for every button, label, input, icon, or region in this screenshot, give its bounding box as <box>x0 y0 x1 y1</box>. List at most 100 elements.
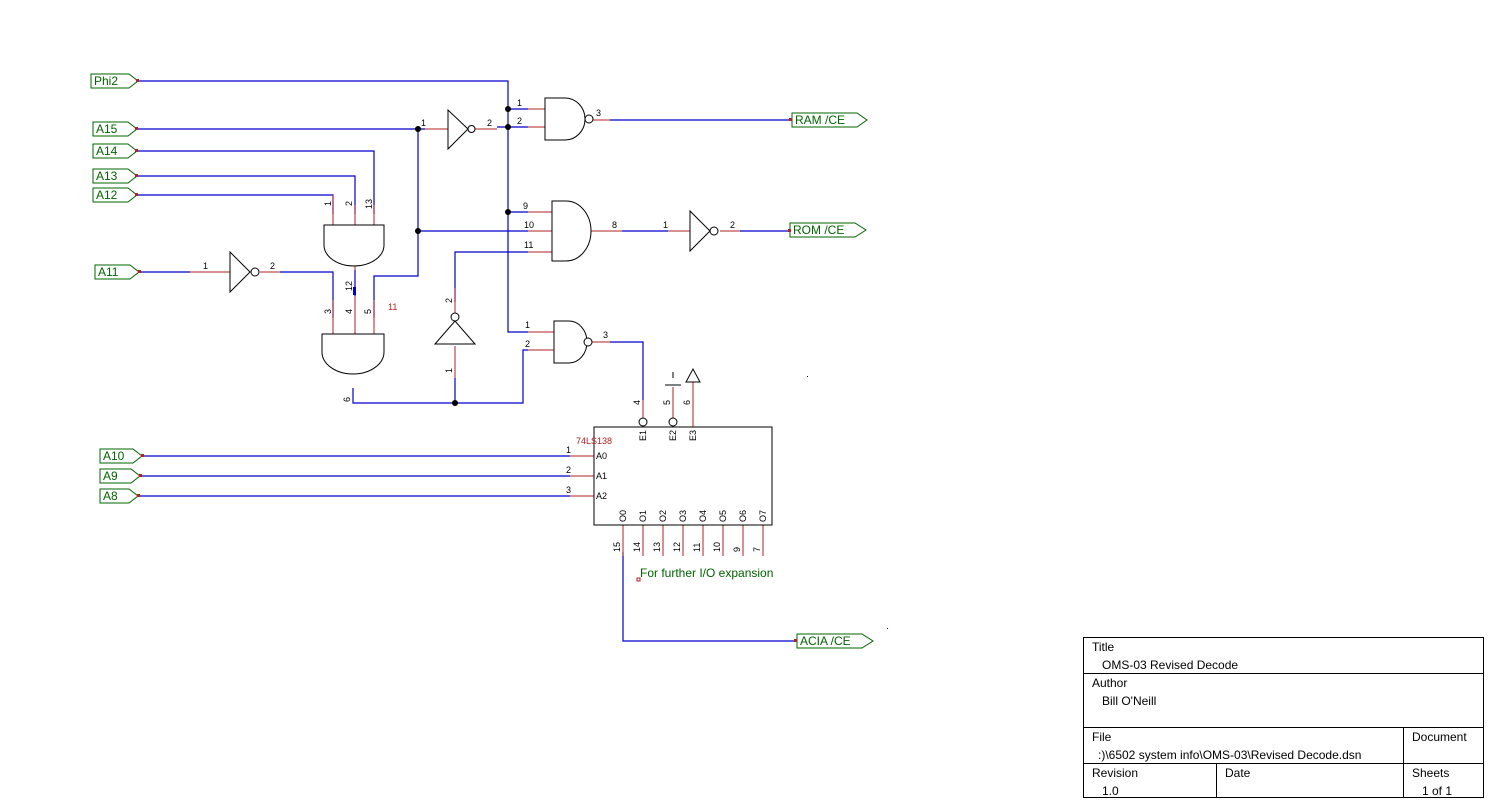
author-value: Bill O'Neill <box>1102 694 1157 708</box>
pin-and-bot-6: 6 <box>342 397 352 402</box>
wire-a12 <box>138 194 334 214</box>
wire-nand3-out <box>610 341 644 400</box>
decoder-e2-bubble <box>668 417 678 427</box>
port-a14-label: A14 <box>96 144 118 158</box>
wires <box>138 80 795 642</box>
pin-rom-in10: 10 <box>524 220 534 230</box>
inverter-a11 <box>229 250 251 294</box>
port-pin-dots <box>135 79 797 642</box>
file-label: File <box>1092 730 1112 744</box>
decoder-o1-name: O1 <box>638 510 648 522</box>
pin-inv3-out: 2 <box>270 261 275 271</box>
author-label: Author <box>1092 676 1128 690</box>
title-row: Title OMS-03 Revised Decode <box>1084 638 1483 674</box>
ram-nand-bubble <box>584 114 594 124</box>
pin-nand3-in1: 1 <box>525 320 530 330</box>
pin-inv1-out: 2 <box>487 118 492 128</box>
pin-decoder-o1: 14 <box>632 542 642 552</box>
port-a9-label: A9 <box>103 469 118 483</box>
pin-nand3-in2: 2 <box>525 339 530 349</box>
decoder-e1-name: E1 <box>638 430 648 441</box>
pin-decoder-o2: 13 <box>652 542 662 552</box>
pin-and-bot-3: 3 <box>323 309 333 314</box>
power-icon <box>685 367 701 383</box>
pin-and-bot-5: 5 <box>363 309 373 314</box>
pin-decoder-o3: 12 <box>672 542 682 552</box>
sheets-label: Sheets <box>1412 766 1450 780</box>
pin-and-top-1: 1 <box>323 201 333 206</box>
pin-decoder-e1: 4 <box>632 400 642 405</box>
pin-ram-in2: 2 <box>517 116 522 126</box>
pin-ram-out: 3 <box>596 108 601 118</box>
decoder-a2-name: A2 <box>596 491 607 501</box>
pin-decoder-o7: 7 <box>752 547 762 552</box>
expansion-note: For further I/O expansion <box>640 566 773 580</box>
pin-nand3-out: 3 <box>603 330 608 340</box>
port-a11-label: A11 <box>98 265 119 279</box>
decoder-a1-name: A1 <box>596 471 607 481</box>
port-a15-label: A15 <box>96 122 118 136</box>
stray-dot <box>887 628 888 629</box>
pin-inv2-out: 2 <box>730 220 735 230</box>
decoder-o4-name: O4 <box>698 510 708 522</box>
pin-decoder-o5: 10 <box>712 542 722 552</box>
port-a13-label: A13 <box>96 169 118 183</box>
pin-decoder-o4: 11 <box>692 543 702 552</box>
decoder-part-label: 74LS138 <box>576 436 612 446</box>
sheets-value: 1 of 1 <box>1422 784 1453 798</box>
port-a8-label: A8 <box>103 489 118 503</box>
pin-decoder-a2: 3 <box>566 485 571 495</box>
title-label: Title <box>1092 640 1115 654</box>
file-value: :)\6502 system info\OMS-03\Revised Decod… <box>1098 748 1362 762</box>
inverter-vertical-bubble <box>450 312 460 322</box>
wire-inv4-out <box>454 251 528 302</box>
pin-and-top-2: 2 <box>344 201 354 206</box>
date-label: Date <box>1225 766 1251 780</box>
decoder-o3-name: O3 <box>678 510 688 522</box>
decoder-o6-name: O6 <box>738 510 748 522</box>
pin-rom-out: 8 <box>612 220 617 230</box>
nand-gate-acia-bubble <box>583 337 593 347</box>
revision-value: 1.0 <box>1102 784 1119 798</box>
title-block: Title OMS-03 Revised Decode Author Bill … <box>1083 637 1484 798</box>
revision-row: Revision 1.0 Date Sheets 1 of 1 <box>1084 764 1483 798</box>
pin-decoder-a0: 1 <box>566 445 571 455</box>
inverter-a15 <box>447 108 469 151</box>
pin-rom-in11: 11 <box>524 240 533 250</box>
wire-a14 <box>138 150 375 214</box>
title-value: OMS-03 Revised Decode <box>1102 658 1239 672</box>
pin-inv1-in: 1 <box>421 118 426 128</box>
document-label: Document <box>1412 730 1467 744</box>
revision-label: Revision <box>1092 766 1139 780</box>
decoder-o5-name: O5 <box>718 510 728 522</box>
pin-rom-in9: 9 <box>523 201 528 211</box>
pin-and-bot-4: 4 <box>344 309 354 314</box>
pin-and-top-13: 13 <box>364 199 374 209</box>
inverter-rom-bubble <box>709 226 719 236</box>
inverter-rom <box>689 209 711 253</box>
pin-decoder-e3: 6 <box>682 400 692 405</box>
pin-decoder-o0: 15 <box>612 542 622 552</box>
inverter-a15-bubble <box>467 125 476 133</box>
pin-inv3-in: 1 <box>203 261 208 271</box>
port-a10-label: A10 <box>103 449 125 463</box>
and-gate-top <box>323 224 385 267</box>
stray-dot <box>807 376 808 377</box>
file-row: File :)\6502 system info\OMS-03\Revised … <box>1084 728 1483 764</box>
pin-and-top-12: 12 <box>344 281 354 291</box>
ground-icon <box>665 372 681 386</box>
decoder-e2-name: E2 <box>668 430 678 441</box>
nand-gate-acia <box>553 320 588 364</box>
port-ram-ce-label: RAM /CE <box>795 113 845 127</box>
port-acia-ce-label: ACIA /CE <box>800 634 851 648</box>
wire-a15-drop <box>373 129 419 318</box>
pin-decoder-o6: 9 <box>732 547 742 552</box>
port-a12-label: A12 <box>96 188 118 202</box>
decoder-o0-name: O0 <box>618 510 628 522</box>
extra-pin-label: 11 <box>388 302 397 312</box>
port-rom-ce-label: ROM /CE <box>793 223 844 237</box>
decoder-o7-name: O7 <box>758 510 768 522</box>
inverter-vertical <box>433 320 477 345</box>
author-row: Author Bill O'Neill <box>1084 674 1483 728</box>
port-phi2-label: Phi2 <box>94 74 118 88</box>
